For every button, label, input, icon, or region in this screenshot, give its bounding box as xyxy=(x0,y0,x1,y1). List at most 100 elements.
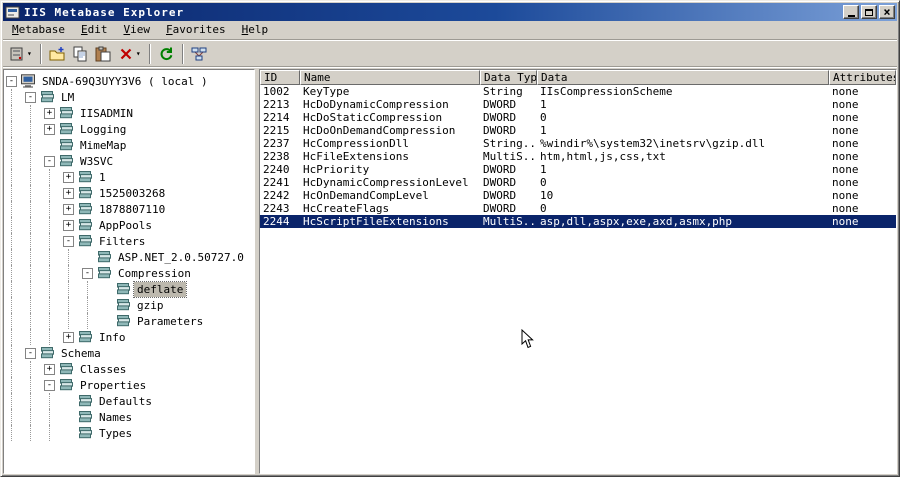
menu-item-edit[interactable]: Edit xyxy=(73,21,116,39)
tree-guide xyxy=(11,393,25,409)
tree-label: Classes xyxy=(80,362,127,376)
menu-item-view[interactable]: View xyxy=(115,21,158,39)
tree-label: Filters xyxy=(99,234,146,248)
tree-item-compression[interactable]: - Compression xyxy=(6,265,254,281)
column-header-name[interactable]: Name xyxy=(300,70,480,85)
node-icon xyxy=(39,90,55,104)
collapse-box-icon[interactable]: - xyxy=(6,75,17,87)
connections-button[interactable] xyxy=(188,43,210,65)
tree-item-filters[interactable]: - Filters xyxy=(6,233,254,249)
cell: 2240 xyxy=(263,163,290,176)
tree-item-w3svc[interactable]: - W3SVC xyxy=(6,153,254,169)
cell: HcPriority xyxy=(303,163,370,176)
tree-item-names[interactable]: Names xyxy=(6,409,254,425)
column-header-id[interactable]: ID xyxy=(260,70,300,85)
close-button[interactable] xyxy=(879,5,895,19)
cell: 2243 xyxy=(263,202,290,215)
tree-item-deflate[interactable]: deflate xyxy=(6,280,254,298)
list-row-2240[interactable]: 2240 HcPriority DWORD 1 none xyxy=(260,163,896,176)
connect-server-button[interactable]: ▾ xyxy=(6,43,35,65)
tree-item-1525003268[interactable]: +1525003268 xyxy=(6,185,254,201)
collapse-box-icon[interactable]: - xyxy=(63,235,74,247)
title-bar[interactable]: IIS Metabase Explorer xyxy=(3,3,897,21)
expand-box-icon[interactable]: + xyxy=(44,107,55,119)
expand-box-icon[interactable]: + xyxy=(63,331,74,343)
cell: HcDoOnDemandCompression xyxy=(303,124,456,137)
tree-item-parameters[interactable]: Parameters xyxy=(6,313,254,329)
tree-guide xyxy=(30,265,44,281)
delete-key-button[interactable]: ▾ xyxy=(115,43,144,65)
tree-item-mimemap[interactable]: MimeMap xyxy=(6,137,254,153)
tree-guide xyxy=(30,297,44,313)
tree-item-apppools[interactable]: + AppPools xyxy=(6,217,254,233)
list-row-2215[interactable]: 2215 HcDoOnDemandCompression DWORD 1 none xyxy=(260,124,896,137)
list-row-2213[interactable]: 2213 HcDoDynamicCompression DWORD 1 none xyxy=(260,98,896,111)
tree-item-properties[interactable]: - Properties xyxy=(6,377,254,393)
menu-item-metabase[interactable]: Metabase xyxy=(4,21,73,39)
tree-item-gzip[interactable]: gzip xyxy=(6,297,254,313)
menu-item-help[interactable]: Help xyxy=(234,21,277,39)
node-icon xyxy=(115,282,131,296)
list-row-2237[interactable]: 2237 HcCompressionDll String... %windir%\sy… xyxy=(260,137,896,150)
toolbar-separator xyxy=(39,43,42,64)
list-row-2242[interactable]: 2242 HcOnDemandCompLevel DWORD 10 none xyxy=(260,189,896,202)
collapse-box-icon[interactable]: - xyxy=(25,91,36,103)
node-icon xyxy=(39,346,55,360)
list-row-2241[interactable]: 2241 HcDynamicCompressionLevel DWORD 0 none xyxy=(260,176,896,189)
list-row-2238[interactable]: 2238 HcFileExtensions MultiS... htm,html,js… xyxy=(260,150,896,163)
expand-box-icon[interactable]: + xyxy=(63,203,74,215)
tree-item-types[interactable]: Types xyxy=(6,425,254,441)
tree-guide xyxy=(49,265,63,281)
tree-label: 1525003268 xyxy=(99,186,166,200)
maximize-button[interactable] xyxy=(861,5,877,19)
list-row-1002[interactable]: 1002 KeyType String IIsCompressionScheme non… xyxy=(260,85,896,98)
node-icon xyxy=(77,186,93,200)
tree-guide xyxy=(11,425,25,441)
collapse-box-icon[interactable]: - xyxy=(25,347,36,359)
cell: 2241 xyxy=(263,176,290,189)
tree-item-lm[interactable]: - LM xyxy=(6,89,254,105)
collapse-box-icon[interactable]: - xyxy=(82,267,93,279)
column-header-data[interactable]: Data xyxy=(537,70,829,85)
tree-label: deflate xyxy=(132,280,188,298)
tree-item-defaults[interactable]: Defaults xyxy=(6,393,254,409)
tree-item-snda-69q3uyy3v6-local[interactable]: - SNDA-69Q3UYY3V6 ( local ) xyxy=(6,73,254,89)
paste-key-button[interactable] xyxy=(92,43,114,65)
collapse-box-icon[interactable]: - xyxy=(44,155,55,167)
new-key-button[interactable] xyxy=(46,43,68,65)
tree-guide xyxy=(11,233,25,249)
tree-guide xyxy=(68,313,82,329)
tree-item-1878807110[interactable]: +1878807110 xyxy=(6,201,254,217)
expand-box-icon[interactable]: + xyxy=(63,187,74,199)
column-header-attributes[interactable]: Attributes xyxy=(829,70,896,85)
dropdown-arrow-icon: ▾ xyxy=(135,49,141,58)
node-icon xyxy=(115,298,131,312)
copy-key-button[interactable] xyxy=(69,43,91,65)
tree-item-logging[interactable]: + Logging xyxy=(6,121,254,137)
menu-item-favorites[interactable]: Favorites xyxy=(158,21,234,39)
tree-guide xyxy=(30,153,44,169)
collapse-box-icon[interactable]: - xyxy=(44,379,55,391)
list-row-2244[interactable]: 2244 HcScriptFileExtensions MultiS... asp,d… xyxy=(260,215,896,228)
cell: none xyxy=(832,85,859,98)
tree-guide xyxy=(30,217,44,233)
tree-item-classes[interactable]: + Classes xyxy=(6,361,254,377)
node-icon xyxy=(58,122,74,136)
expand-box-icon[interactable]: + xyxy=(44,363,55,375)
tree-item-iisadmin[interactable]: + IISADMIN xyxy=(6,105,254,121)
cell: 1 xyxy=(540,124,547,137)
tree-guide xyxy=(68,297,82,313)
tree-item-1[interactable]: +1 xyxy=(6,169,254,185)
tree-item-asp-net-2-0-50727-0[interactable]: ASP.NET_2.0.50727.0 xyxy=(6,249,254,265)
minimize-button[interactable] xyxy=(843,5,859,19)
expand-box-icon[interactable]: + xyxy=(63,219,74,231)
tree-item-info[interactable]: + Info xyxy=(6,329,254,345)
tree-item-schema[interactable]: - Schema xyxy=(6,345,254,361)
tree-guide xyxy=(11,201,25,217)
expand-box-icon[interactable]: + xyxy=(44,123,55,135)
list-row-2243[interactable]: 2243 HcCreateFlags DWORD 0 none xyxy=(260,202,896,215)
column-header-data-type[interactable]: Data Type xyxy=(480,70,537,85)
list-row-2214[interactable]: 2214 HcDoStaticCompression DWORD 0 none xyxy=(260,111,896,124)
expand-box-icon[interactable]: + xyxy=(63,171,74,183)
refresh-button[interactable] xyxy=(155,43,177,65)
